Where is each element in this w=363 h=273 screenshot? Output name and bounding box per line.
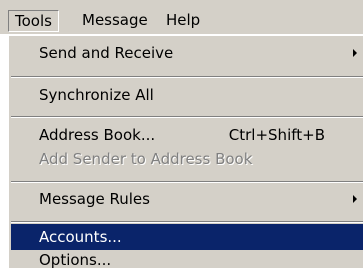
menubar-item-tools[interactable]: Tools <box>8 10 59 32</box>
menu-item-label: Options... <box>39 251 112 269</box>
menu-item-label: Synchronize All <box>39 86 154 104</box>
menu-separator <box>11 76 363 78</box>
shortcut-label: Ctrl+Shift+B <box>228 126 325 144</box>
menu-item-message-rules[interactable]: Message Rules <box>11 186 363 212</box>
submenu-arrow-icon <box>353 195 357 203</box>
menu-item-label: Accounts... <box>39 228 122 246</box>
tools-dropdown-menu: Send and Receive Synchronize All Address… <box>8 35 363 269</box>
menu-item-options[interactable]: Options... <box>11 247 363 273</box>
submenu-arrow-icon <box>353 49 357 57</box>
menu-item-label: Add Sender to Address Book <box>39 150 253 168</box>
menubar-item-help[interactable]: Help <box>160 10 206 30</box>
menu-item-label: Message Rules <box>39 190 150 208</box>
menu-item-add-sender-to-address-book: Add Sender to Address Book <box>11 146 363 172</box>
menu-item-label: Send and Receive <box>39 44 174 62</box>
menu-item-send-and-receive[interactable]: Send and Receive <box>11 40 363 66</box>
menu-item-address-book[interactable]: Address Book... Ctrl+Shift+B <box>11 122 363 148</box>
menu-item-label: Address Book... <box>39 126 156 144</box>
menubar-item-message[interactable]: Message <box>76 10 154 30</box>
menu-separator <box>11 181 363 183</box>
menu-separator <box>11 116 363 118</box>
menu-item-synchronize-all[interactable]: Synchronize All <box>11 82 363 108</box>
menu-bar: Tools Message Help <box>0 0 363 34</box>
menu-separator <box>11 221 363 223</box>
